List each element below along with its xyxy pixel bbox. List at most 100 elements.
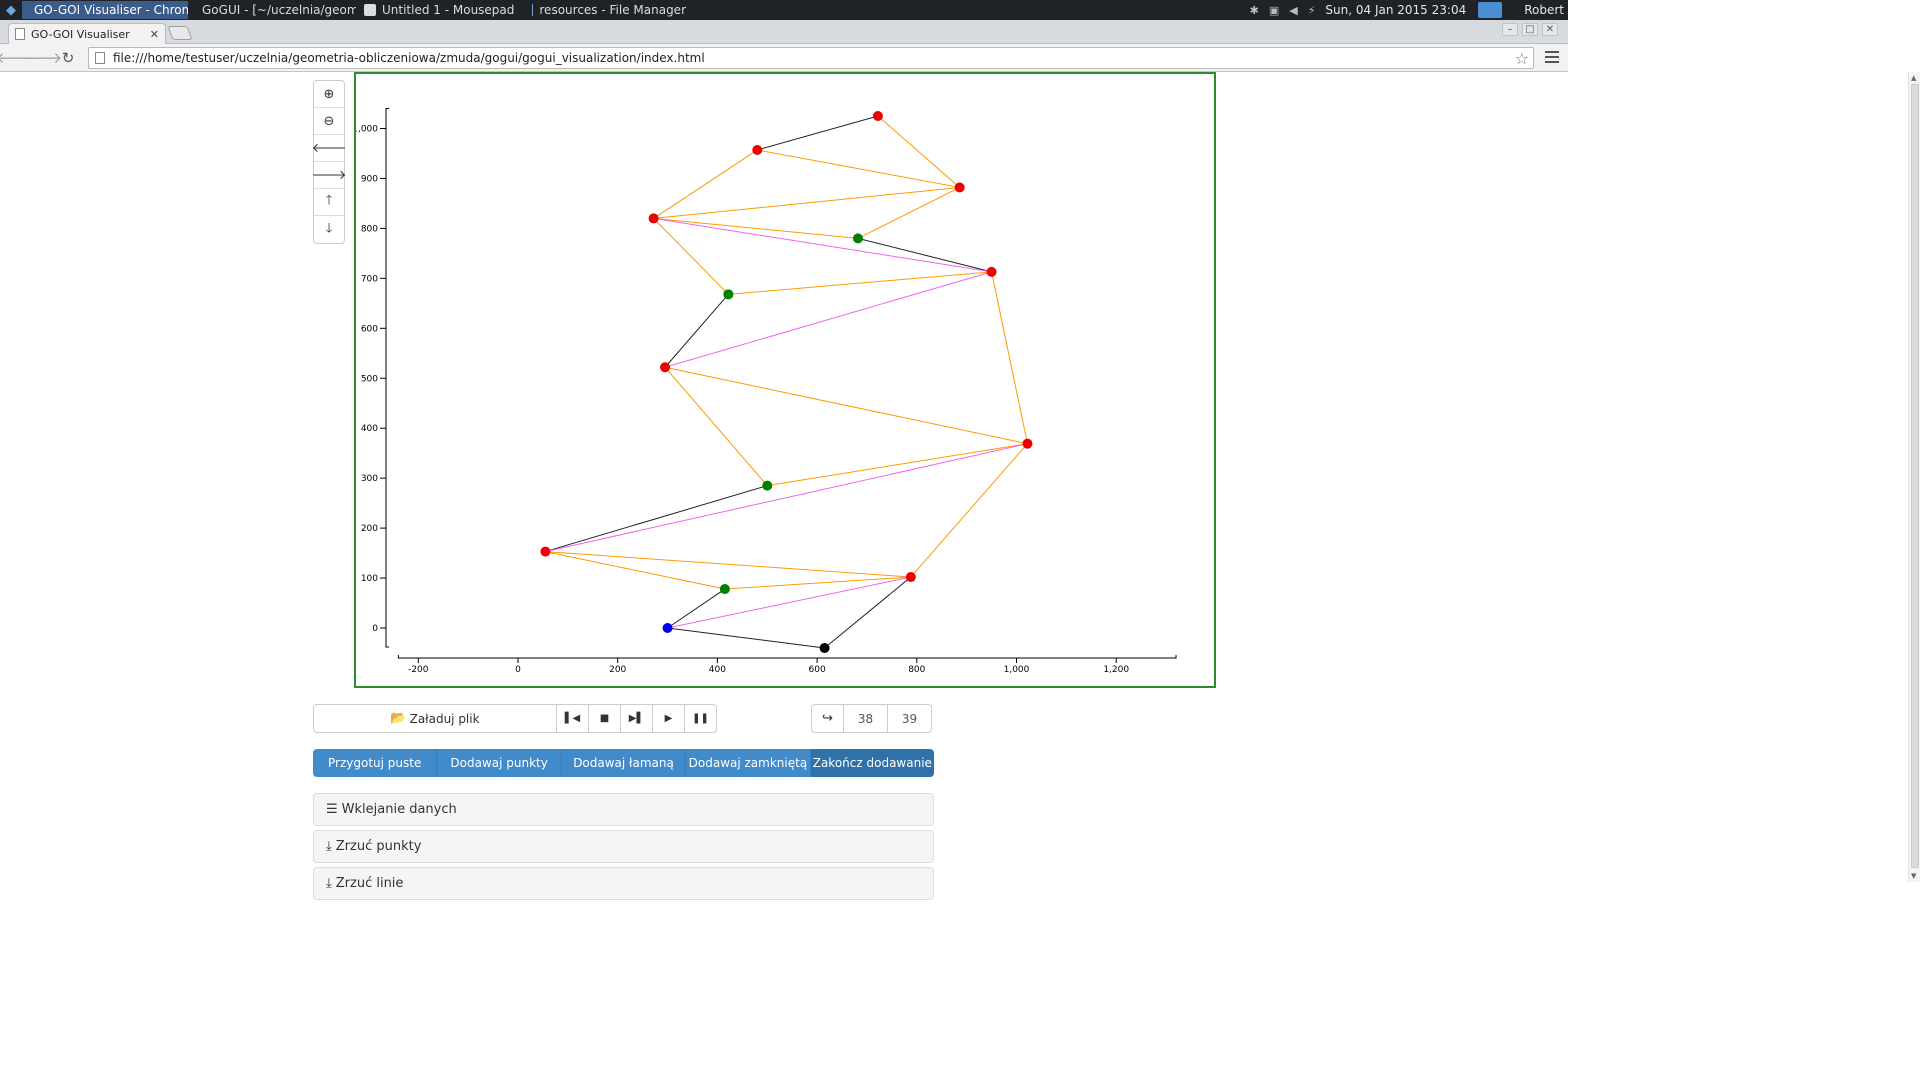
edge-line — [757, 149, 960, 188]
network-icon[interactable]: ▣ — [1269, 4, 1279, 17]
pause-icon: ❚❚ — [692, 713, 709, 724]
prepare-empty-button[interactable]: Przygotuj puste — [313, 749, 438, 777]
add-closed-button[interactable]: Dodawaj zamkniętą — [686, 749, 811, 777]
minimize-button[interactable]: – — [1502, 23, 1518, 36]
panel-title: Wklejanie danych — [341, 802, 457, 817]
workspace-switcher[interactable] — [1478, 2, 1503, 18]
bluetooth-icon[interactable]: ✱ — [1250, 4, 1259, 17]
x-tick-label: 200 — [609, 665, 626, 675]
taskbar-item-label: GO-GOI Visualiser - Chrom... — [34, 3, 188, 17]
paste-data-panel[interactable]: ☰ Wklejanie danych — [313, 793, 934, 826]
y-tick-label: 800 — [361, 224, 378, 234]
clock[interactable]: Sun, 04 Jan 2015 23:04 — [1325, 3, 1466, 17]
edge-line — [767, 443, 1028, 487]
vertex-point — [762, 480, 773, 491]
y-tick-label: 900 — [361, 174, 378, 184]
pan-down-button[interactable]: 🡓 — [314, 216, 344, 243]
volume-icon[interactable]: ◀ — [1289, 4, 1297, 17]
step-back-button[interactable]: ▌◀ — [556, 705, 588, 732]
chart-svg[interactable]: 0 100 200 300 400 500 600 700 800 900 1,000 -200 0 20… — [356, 74, 1214, 686]
text-editor-icon — [364, 4, 376, 16]
stop-button[interactable]: ■ — [588, 705, 620, 732]
step-forward-button[interactable]: ▶▌ — [620, 705, 652, 732]
y-tick-label: 500 — [361, 374, 378, 384]
folder-open-icon: 📂 — [390, 711, 407, 726]
bookmark-star-icon[interactable]: ☆ — [1515, 49, 1529, 68]
arrow-left-icon: 🡐 — [311, 141, 347, 156]
edge-line — [757, 115, 879, 151]
edge-line — [653, 217, 992, 273]
pan-up-button[interactable]: 🡑 — [314, 189, 344, 216]
total-steps-input[interactable] — [888, 704, 932, 733]
edge-line — [667, 627, 825, 649]
scrollbar-thumb[interactable] — [1911, 84, 1919, 868]
taskbar-item-gogui[interactable]: GoGUI - [~/uczelnia/geom... — [190, 1, 356, 19]
page-scrollbar[interactable]: ▲ ▼ — [1908, 72, 1920, 882]
zoom-in-button[interactable]: ⊕ — [314, 81, 344, 108]
x-axis-line — [397, 655, 1177, 659]
vertex-point — [660, 362, 671, 373]
download-icon: ⤓ — [326, 839, 332, 854]
maximize-button[interactable]: □ — [1522, 23, 1538, 36]
pan-left-button[interactable]: 🡐 — [311, 135, 347, 162]
arrow-down-icon: 🡓 — [325, 220, 333, 236]
current-step-input[interactable] — [844, 704, 888, 733]
taskbar-item-label: GoGUI - [~/uczelnia/geom... — [202, 3, 356, 17]
x-tick-label: 600 — [809, 665, 826, 675]
page-icon — [95, 52, 105, 64]
play-button[interactable]: ▶ — [652, 705, 684, 732]
dump-lines-panel[interactable]: ⤓ Zrzuć linie — [313, 867, 934, 900]
add-polyline-button[interactable]: Dodawaj łamaną — [561, 749, 687, 777]
browser-menu-button[interactable] — [1544, 49, 1560, 65]
taskbar-item-chrome[interactable]: GO-GOI Visualiser - Chrom... — [22, 1, 188, 19]
finish-adding-button[interactable]: Zakończ dodawanie — [810, 749, 935, 777]
stop-icon: ■ — [599, 713, 610, 724]
scroll-down-icon[interactable]: ▼ — [1911, 872, 1916, 880]
pause-button[interactable]: ❚❚ — [684, 705, 716, 732]
close-window-button[interactable]: ✕ — [1542, 23, 1558, 36]
align-left-icon: ☰ — [326, 802, 338, 817]
folder-icon — [532, 4, 534, 16]
reload-button[interactable]: ↻ — [55, 46, 81, 70]
browser-tabstrip: GO-GOI Visualiser ✕ – □ ✕ — [0, 20, 1568, 44]
jump-to-step-button[interactable]: ↪ — [811, 704, 844, 733]
vertex-point — [662, 623, 673, 633]
power-icon[interactable]: ⚡ — [1308, 4, 1316, 17]
y-tick-label: 400 — [361, 424, 378, 434]
edge-line — [877, 115, 960, 188]
app-menu-icon[interactable]: ◆ — [0, 0, 22, 20]
vertex-point — [872, 111, 883, 122]
vertex-point — [719, 584, 730, 595]
taskbar-item-filemanager[interactable]: resources - File Manager — [526, 1, 692, 19]
forward-button[interactable]: 🡒 — [22, 46, 62, 70]
vertex-point — [986, 266, 997, 277]
user-name[interactable]: Robert — [1524, 3, 1564, 17]
panel-title: Zrzuć linie — [335, 876, 404, 891]
vertex-point — [723, 289, 734, 300]
taskbar-item-mousepad[interactable]: Untitled 1 - Mousepad — [358, 1, 524, 19]
address-bar[interactable]: file:///home/testuser/uczelnia/geometria… — [88, 47, 1534, 69]
zoom-out-button[interactable]: ⊖ — [314, 108, 344, 135]
arrow-up-icon: 🡑 — [325, 193, 333, 208]
edge-line — [545, 485, 768, 553]
close-tab-icon[interactable]: ✕ — [150, 28, 159, 41]
pan-right-button[interactable]: 🡒 — [312, 162, 346, 189]
edge-line — [824, 576, 912, 649]
vertex-point — [752, 144, 763, 155]
edge-line — [664, 366, 1028, 445]
x-tick-label: 800 — [908, 665, 925, 675]
browser-tab[interactable]: GO-GOI Visualiser ✕ — [8, 23, 166, 44]
mode-buttons: Przygotuj puste Dodawaj punkty Dodawaj ł… — [313, 749, 935, 777]
visualization-canvas[interactable]: 0 100 200 300 400 500 600 700 800 900 1,000 -200 0 20… — [354, 72, 1216, 688]
add-points-button[interactable]: Dodawaj punkty — [437, 749, 562, 777]
load-file-button[interactable]: 📂 Załaduj plik — [313, 704, 557, 733]
taskbar-item-label: Untitled 1 - Mousepad — [382, 3, 515, 17]
edge-line — [664, 366, 768, 486]
x-tick-label: -200 — [408, 665, 429, 675]
zoom-out-icon: ⊖ — [323, 113, 335, 129]
new-tab-button[interactable] — [167, 26, 193, 40]
dump-points-panel[interactable]: ⤓ Zrzuć punkty — [313, 830, 934, 863]
os-taskbar: ◆ GO-GOI Visualiser - Chrom... GoGUI - [… — [0, 0, 1568, 20]
scroll-up-icon[interactable]: ▲ — [1911, 74, 1916, 82]
step-jump-group: ↪ — [811, 704, 932, 733]
